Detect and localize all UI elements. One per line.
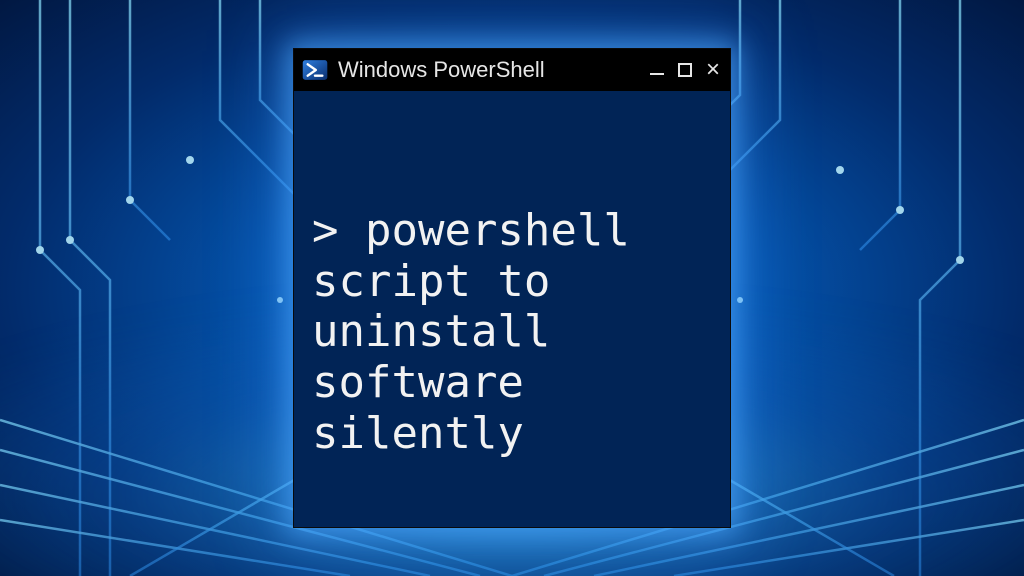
close-icon: ×	[706, 63, 720, 77]
terminal-body[interactable]: > powershell script to uninstall softwar…	[294, 91, 730, 574]
maximize-icon	[678, 63, 692, 77]
window-controls: ×	[650, 63, 720, 77]
powershell-icon	[302, 57, 328, 83]
close-button[interactable]: ×	[706, 63, 720, 77]
minimize-button[interactable]	[650, 65, 664, 75]
maximize-button[interactable]	[678, 63, 692, 77]
window-titlebar[interactable]: Windows PowerShell ×	[294, 49, 730, 91]
command-line: > powershell script to uninstall softwar…	[312, 206, 712, 459]
powershell-window: Windows PowerShell × > powershell script…	[293, 48, 731, 528]
minimize-icon	[650, 73, 664, 75]
window-title: Windows PowerShell	[338, 57, 640, 83]
